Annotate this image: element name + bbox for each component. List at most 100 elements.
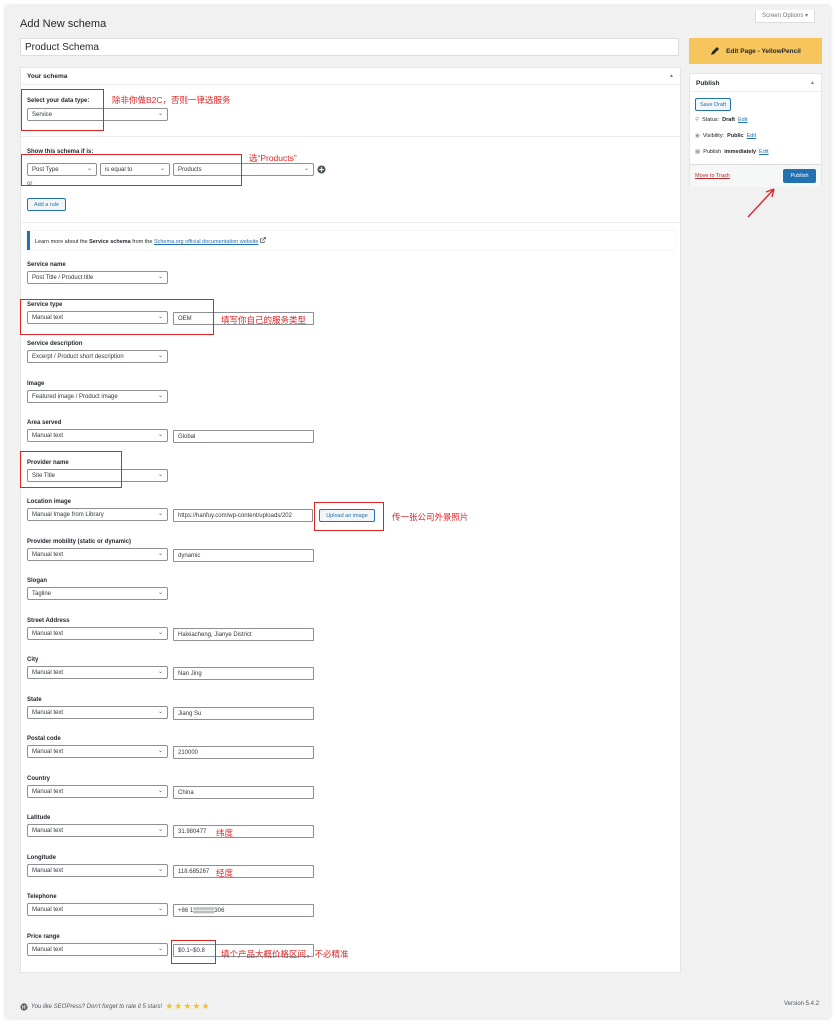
field-label: Price range (27, 934, 60, 940)
annotation-box-price (171, 940, 216, 964)
field-select-value: Manual text (32, 868, 64, 874)
field-select[interactable]: Manual text ⌄ (27, 864, 168, 877)
field-select[interactable]: Manual text ⌄ (27, 548, 168, 561)
chevron-down-icon: ⌄ (157, 551, 163, 557)
field-text-input[interactable]: 210000 (173, 746, 314, 759)
field-label: Telephone (27, 894, 57, 900)
schedule-row: ▦ Publish immediately Edit (695, 149, 769, 155)
field-label: Image (27, 381, 45, 387)
field-select[interactable]: Tagline ⌄ (27, 587, 168, 600)
status-label: Status: (702, 117, 720, 123)
field-text-input[interactable]: +86 1▒▒▒▒▒306 (173, 904, 314, 917)
field-label: Service description (27, 341, 83, 347)
field-select-value: Excerpt / Product short description (32, 354, 124, 360)
annotation-products: 选“Products” (249, 153, 297, 163)
publish-header[interactable]: Publish (690, 74, 821, 92)
field-select[interactable]: Manual text ⌄ (27, 429, 168, 442)
chevron-down-icon: ⌄ (157, 590, 163, 596)
field-select[interactable]: Manual text ⌄ (27, 943, 168, 956)
field-label: Latitude (27, 815, 51, 821)
field-text-input[interactable]: Jiang Su (173, 707, 314, 720)
annotation-box-data-type (21, 89, 104, 131)
field-select[interactable]: Manual text ⌄ (27, 666, 168, 679)
field-text-input[interactable]: dynamic (173, 549, 314, 562)
field-select[interactable]: Manual text ⌄ (27, 627, 168, 640)
visibility-edit-link[interactable]: Edit (747, 133, 756, 139)
field-select[interactable]: Manual text ⌄ (27, 903, 168, 916)
field-select[interactable]: Manual text ⌄ (27, 706, 168, 719)
chevron-down-icon: ⌄ (157, 827, 163, 833)
field-label: Slogan (27, 578, 48, 584)
chevron-down-icon: ⌄ (157, 432, 163, 438)
field-select-value: Manual text (32, 828, 64, 834)
field-select[interactable]: Manual text ⌄ (27, 785, 168, 798)
publish-label: Publish (703, 149, 722, 155)
field-text-input[interactable]: 118.685267 (173, 865, 314, 878)
visibility-row: ◉ Visibility: Public Edit (695, 133, 756, 139)
field-select[interactable]: Post Title / Product title ⌄ (27, 271, 168, 284)
chevron-down-icon: ⌄ (157, 669, 163, 675)
chevron-down-icon: ⌄ (157, 946, 163, 952)
field-text-input[interactable]: China (173, 786, 314, 799)
field-select[interactable]: Featured image / Product image ⌄ (27, 390, 168, 403)
field-text-input[interactable]: Global (173, 430, 314, 443)
field-label: Street Address (27, 618, 70, 624)
field-text-input[interactable]: Nan Jing (173, 667, 314, 680)
field-select-value: Manual text (32, 631, 64, 637)
collapse-icon[interactable]: ▲ (810, 80, 815, 86)
info-mid: from the (130, 239, 154, 245)
publish-actions: Move to Trash Publish (690, 164, 821, 187)
footer-version: Version 5.4.2 (784, 1001, 820, 1007)
info-prefix: Learn more about the (35, 239, 90, 245)
calendar-icon: ▦ (695, 149, 701, 155)
add-rule-button[interactable]: Add a rule (27, 198, 66, 211)
pencil-icon (711, 47, 720, 55)
schema-title-input[interactable]: Product Schema (20, 38, 679, 56)
screen-options-button[interactable]: Screen Options ▾ (755, 10, 815, 23)
visibility-label: Visibility: (702, 133, 725, 139)
field-text-input[interactable]: Haixiacheng, Jianye District (173, 628, 314, 641)
field-label: Location image (27, 499, 72, 505)
field-label: Country (27, 776, 50, 782)
chevron-down-icon: ⌄ (157, 748, 163, 754)
schema-org-link[interactable]: Schema.org official documentation websit… (154, 239, 258, 245)
field-select-value: Manual text (32, 552, 64, 558)
field-select-value: Manual Image from Library (32, 512, 104, 518)
field-select-value: Manual text (32, 433, 64, 439)
field-text-input[interactable]: https://hanfuy.com/wp-content/uploads/20… (173, 509, 313, 522)
annotation-box-upload (314, 502, 384, 531)
field-select-value: Featured image / Product image (32, 394, 118, 400)
field-select-value: Manual text (32, 670, 64, 676)
field-text-input[interactable]: 31.980477 (173, 825, 314, 838)
field-label: Postal code (27, 736, 61, 742)
pin-icon: ⚲ (695, 117, 700, 123)
yellowpencil-button[interactable]: Edit Page - YellowPencil (689, 38, 822, 64)
schedule-edit-link[interactable]: Edit (759, 149, 768, 155)
plus-circle-icon[interactable] (317, 165, 326, 174)
schema-info-notice: Learn more about the Service schema from… (27, 231, 675, 250)
save-draft-button[interactable]: Save Draft (695, 98, 731, 111)
chevron-down-icon: ⌄ (157, 111, 163, 117)
publish-button[interactable]: Publish (783, 169, 816, 183)
status-edit-link[interactable]: Edit (738, 117, 747, 123)
move-to-trash-link[interactable]: Move to Trash (695, 173, 730, 179)
publish-value: immediately (724, 149, 757, 155)
eye-icon: ◉ (695, 133, 700, 139)
field-label: Longitude (27, 855, 56, 861)
chevron-down-icon: ⌄ (157, 393, 163, 399)
field-label: Provider mobility (static or dynamic) (27, 539, 132, 545)
schema-metabox-header[interactable]: Your schema (21, 68, 680, 85)
rating-stars[interactable]: ★★★★★ (165, 1001, 210, 1012)
field-select-value: Manual text (32, 947, 64, 953)
collapse-icon[interactable]: ▲ (669, 73, 674, 79)
field-select[interactable]: Excerpt / Product short description ⌄ (27, 350, 168, 363)
field-select[interactable]: Manual Image from Library ⌄ (27, 508, 168, 521)
chevron-down-icon: ⌄ (157, 353, 163, 359)
divider (21, 222, 680, 223)
yellowpencil-label: Edit Page - YellowPencil (726, 47, 801, 55)
chevron-down-icon: ⌄ (157, 472, 163, 478)
field-select[interactable]: Manual text ⌄ (27, 745, 168, 758)
footer-rating-text: You like SEOPress? Don't forget to rate … (31, 1003, 163, 1010)
annotation-box-service-type (20, 299, 214, 335)
field-select[interactable]: Manual text ⌄ (27, 824, 168, 837)
